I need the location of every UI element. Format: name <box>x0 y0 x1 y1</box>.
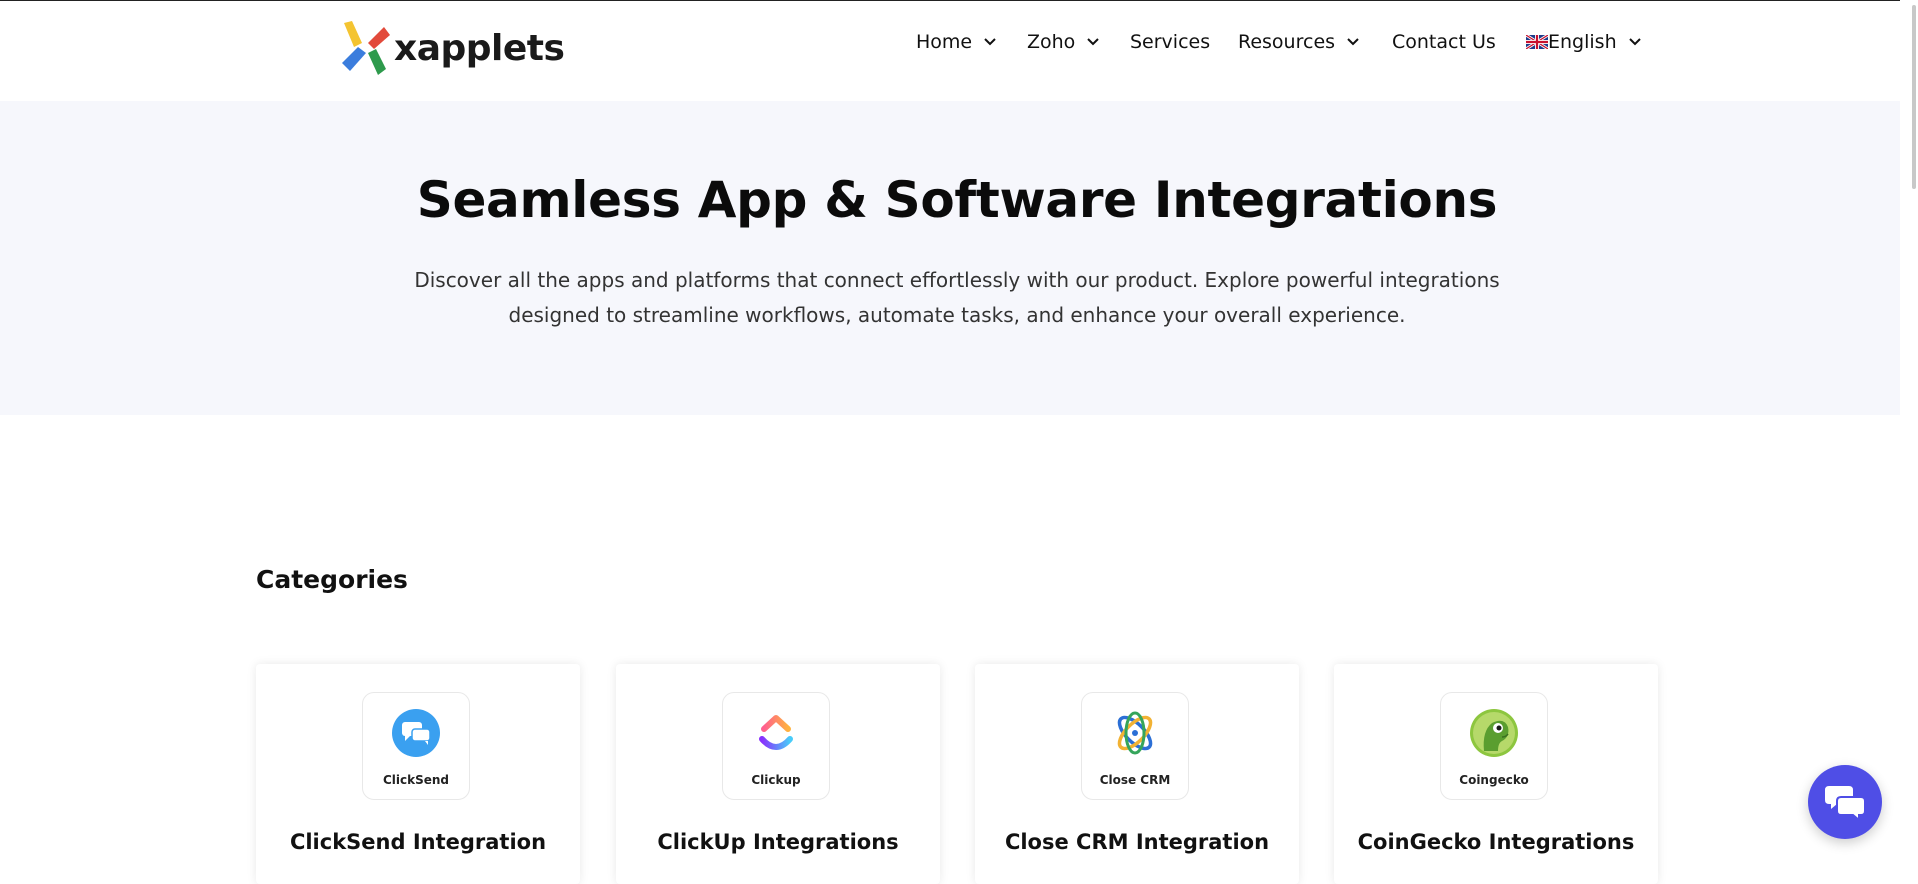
chat-bubbles-icon <box>1825 786 1865 820</box>
hero-title: Seamless App & Software Integrations <box>416 171 1498 229</box>
integration-card-clicksend[interactable]: ClickSend ClickSend Integration <box>256 664 580 884</box>
xapplets-logo-icon <box>342 21 390 75</box>
integration-card-title: ClickSend Integration <box>289 830 547 854</box>
nav-item-home[interactable]: Home <box>916 31 996 53</box>
integration-logo-label: Close CRM <box>1099 773 1171 787</box>
clickup-icon <box>759 715 793 750</box>
nav-item-resources[interactable]: Resources <box>1238 31 1359 53</box>
integration-logo: Clickup <box>722 692 830 800</box>
clicksend-icon <box>392 709 440 757</box>
hero-subtitle-line: Discover all the apps and platforms that… <box>414 268 1500 292</box>
integration-card-close-crm[interactable]: Close CRM Close CRM Integration <box>975 664 1299 884</box>
brand-logo[interactable]: xapplets <box>340 21 565 75</box>
hero-subtitle: Discover all the apps and platforms that… <box>400 263 1514 333</box>
language-selector[interactable]: English <box>1526 31 1641 53</box>
integration-card-title: Close CRM Integration <box>1004 830 1270 854</box>
hero-section: Seamless App & Software Integrations Dis… <box>0 101 1900 415</box>
nav-item-services[interactable]: Services <box>1130 31 1210 53</box>
brand-name: xapplets <box>394 27 565 69</box>
categories-heading: Categories <box>256 565 408 594</box>
nav-label: Resources <box>1238 31 1336 53</box>
nav-label: Contact Us <box>1392 31 1496 53</box>
integration-card-clickup[interactable]: Clickup ClickUp Integrations <box>616 664 940 884</box>
integration-card-coingecko[interactable]: Coingecko CoinGecko Integrations <box>1334 664 1658 884</box>
chat-button[interactable] <box>1808 765 1882 839</box>
site-header: xapplets Home Zoho Services Resources Co… <box>0 1 1900 101</box>
nav-label: Zoho <box>1027 31 1076 53</box>
integration-logo-label: Clickup <box>751 773 801 787</box>
chevron-down-icon <box>1087 38 1100 46</box>
chevron-down-icon <box>1628 38 1641 46</box>
integration-logo-label: ClickSend <box>382 773 450 787</box>
nav-item-zoho[interactable]: Zoho <box>1027 31 1100 53</box>
integration-logo: Coingecko <box>1440 692 1548 800</box>
integration-logo-label: Coingecko <box>1459 773 1529 787</box>
close-crm-icon <box>1117 711 1153 755</box>
hero-subtitle-line: designed to streamline workflows, automa… <box>508 303 1406 327</box>
nav-item-contact[interactable]: Contact Us <box>1392 31 1496 53</box>
integration-logo: ClickSend <box>362 692 470 800</box>
chevron-down-icon <box>984 38 996 46</box>
coingecko-icon <box>1470 709 1518 757</box>
integration-logo: Close CRM <box>1081 692 1189 800</box>
chevron-down-icon <box>1347 38 1359 46</box>
uk-flag-icon <box>1526 35 1548 49</box>
nav-label: Services <box>1130 31 1211 53</box>
integration-card-title: CoinGecko Integrations <box>1357 830 1635 854</box>
nav-label: Home <box>916 31 973 53</box>
integration-card-title: ClickUp Integrations <box>657 830 899 854</box>
page-scrollbar-thumb[interactable] <box>1912 5 1916 189</box>
nav-label: English <box>1548 31 1617 53</box>
